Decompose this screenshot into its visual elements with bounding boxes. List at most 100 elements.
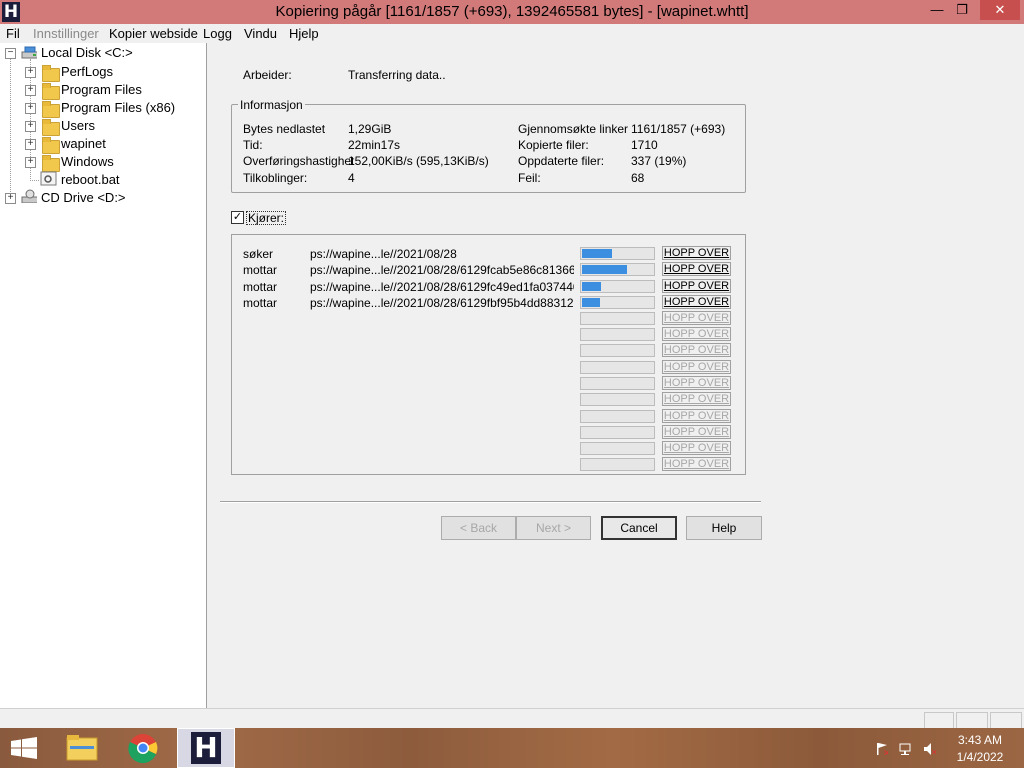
menu-vindu[interactable]: Vindu — [244, 26, 277, 41]
next-button[interactable]: Next > — [516, 516, 591, 540]
menu-logg[interactable]: Logg — [203, 26, 232, 41]
menu-bar: Fil Innstillinger Kopier webside Logg Vi… — [0, 24, 1024, 43]
svg-text:✕: ✕ — [883, 749, 888, 755]
idle-progress-bar — [580, 442, 655, 455]
expand-icon[interactable]: + — [25, 121, 36, 132]
skip-button-disabled[interactable]: HOPP OVER — [662, 343, 731, 357]
working-label: Arbeider: — [243, 68, 292, 82]
status-cell — [956, 712, 988, 729]
tree-item-cd-drive[interactable]: CD Drive <D:> — [41, 189, 126, 207]
running-checkbox[interactable]: ✓ — [231, 211, 244, 224]
menu-kopier-webside[interactable]: Kopier webside — [109, 26, 198, 41]
separator — [220, 501, 761, 503]
back-button[interactable]: < Back — [441, 516, 516, 540]
task-status: mottar — [243, 296, 278, 310]
folder-icon — [42, 119, 60, 136]
window-title: Kopiering pågår [1161/1857 (+693), 13924… — [275, 3, 749, 20]
errors-label: Feil: — [518, 171, 541, 185]
clock-date[interactable]: 1/4/2022 — [950, 750, 1010, 764]
task-status: mottar — [243, 280, 278, 294]
skip-button-disabled[interactable]: HOPP OVER — [662, 425, 731, 439]
task-status: mottar — [243, 263, 278, 277]
task-url: ps://wapine...le//2021/08/28 — [310, 247, 457, 261]
tree-item-program-files-x86[interactable]: Program Files (x86) — [61, 99, 175, 117]
skip-button-disabled[interactable]: HOPP OVER — [662, 409, 731, 423]
tree-item-wapinet[interactable]: wapinet — [61, 135, 106, 153]
help-button[interactable]: Help — [686, 516, 762, 540]
skip-button-disabled[interactable]: HOPP OVER — [662, 457, 731, 471]
tree-item-perflogs[interactable]: PerfLogs — [61, 63, 113, 81]
idle-progress-bar — [580, 312, 655, 325]
updated-files-value: 337 (19%) — [631, 154, 687, 168]
updated-files-label: Oppdaterte filer: — [518, 154, 605, 168]
idle-progress-bar — [580, 393, 655, 406]
idle-progress-bar — [580, 377, 655, 390]
copied-files-value: 1710 — [631, 138, 658, 152]
task-url: ps://wapine...le//2021/08/28/6129fc49ed1… — [310, 280, 574, 294]
tree-item-reboot-bat[interactable]: reboot.bat — [61, 171, 120, 189]
folder-icon — [42, 137, 60, 154]
network-icon[interactable] — [898, 741, 912, 755]
task-progress-fill — [582, 282, 601, 291]
idle-progress-bar — [580, 361, 655, 374]
menu-hjelp[interactable]: Hjelp — [289, 26, 319, 41]
volume-muted-icon[interactable]: ✕ — [922, 741, 936, 755]
minimize-button[interactable]: — — [925, 0, 949, 20]
folder-tree[interactable]: − Local Disk <C:> + PerfLogs + Program F… — [0, 43, 207, 708]
close-button[interactable]: ✕ — [980, 0, 1020, 20]
taskbar: H ✕ ✕ — [0, 728, 1024, 768]
expand-icon[interactable]: + — [25, 139, 36, 150]
skip-button[interactable]: HOPP OVER — [662, 279, 731, 293]
tree-item-local-disk[interactable]: Local Disk <C:> — [41, 44, 133, 62]
idle-progress-bar — [580, 458, 655, 471]
folder-icon — [42, 155, 60, 172]
bytes-label: Bytes nedlastet — [243, 122, 326, 136]
idle-progress-bar — [580, 344, 655, 357]
flag-notification-icon[interactable]: ✕ — [874, 741, 888, 755]
task-progress-bar — [580, 296, 655, 309]
file-explorer-icon[interactable] — [56, 728, 110, 768]
skip-button[interactable]: HOPP OVER — [662, 246, 731, 260]
title-bar: H Kopiering pågår [1161/1857 (+693), 139… — [0, 0, 1024, 24]
expand-icon[interactable]: + — [25, 103, 36, 114]
links-value: 1161/1857 (+693) — [631, 122, 726, 136]
chrome-icon[interactable] — [116, 728, 170, 768]
rate-value: 152,00KiB/s (595,13KiB/s) — [348, 154, 489, 168]
menu-fil[interactable]: Fil — [6, 26, 20, 41]
rate-label: Overføringshastighet — [243, 154, 355, 168]
skip-button-disabled[interactable]: HOPP OVER — [662, 441, 731, 455]
task-progress-bar — [580, 247, 655, 260]
maximize-button[interactable]: ❐ — [950, 0, 974, 20]
httrack-icon: H — [191, 732, 221, 764]
idle-progress-bar — [580, 410, 655, 423]
skip-button-disabled[interactable]: HOPP OVER — [662, 360, 731, 374]
tree-item-program-files[interactable]: Program Files — [61, 81, 142, 99]
skip-button-disabled[interactable]: HOPP OVER — [662, 392, 731, 406]
running-checkbox-label[interactable]: Kjører: — [246, 211, 286, 225]
skip-button[interactable]: HOPP OVER — [662, 295, 731, 309]
idle-progress-bar — [580, 426, 655, 439]
collapse-icon[interactable]: − — [5, 48, 16, 59]
expand-icon[interactable]: + — [25, 67, 36, 78]
status-bar — [0, 708, 1024, 729]
task-url: ps://wapine...le//2021/08/28/6129fbf95b4… — [310, 296, 574, 310]
skip-button[interactable]: HOPP OVER — [662, 262, 731, 276]
information-legend: Informasjon — [238, 98, 305, 112]
idle-progress-bar — [580, 328, 655, 341]
windows-start-icon[interactable] — [0, 728, 54, 768]
tree-item-windows[interactable]: Windows — [61, 153, 114, 171]
cancel-button[interactable]: Cancel — [601, 516, 677, 540]
httrack-taskbar-button[interactable]: H — [177, 728, 235, 768]
tree-item-users[interactable]: Users — [61, 117, 95, 135]
expand-icon[interactable]: + — [25, 85, 36, 96]
skip-button-disabled[interactable]: HOPP OVER — [662, 327, 731, 341]
clock-time[interactable]: 3:43 AM — [950, 733, 1010, 747]
folder-icon — [42, 83, 60, 100]
skip-button-disabled[interactable]: HOPP OVER — [662, 376, 731, 390]
status-cell — [924, 712, 954, 729]
expand-icon[interactable]: + — [25, 157, 36, 168]
menu-innstillinger[interactable]: Innstillinger — [33, 26, 99, 41]
task-progress-bar — [580, 280, 655, 293]
skip-button-disabled[interactable]: HOPP OVER — [662, 311, 731, 325]
expand-icon[interactable]: + — [5, 193, 16, 204]
